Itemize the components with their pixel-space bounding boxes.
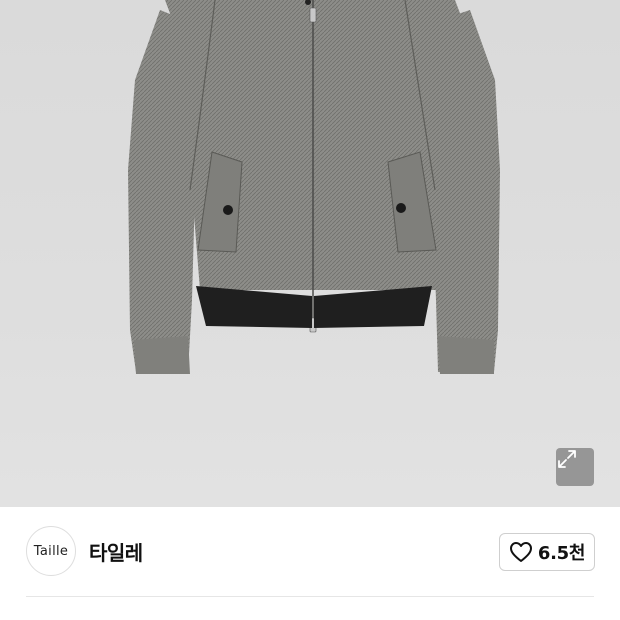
store-logo-text: Taille bbox=[33, 543, 69, 559]
section-divider bbox=[26, 596, 594, 597]
like-button[interactable]: 6.5천 bbox=[499, 533, 595, 571]
store-name[interactable]: 타일레 bbox=[89, 537, 143, 566]
jacket-image bbox=[128, 0, 500, 374]
store-info-bar: Taille 타일레 6.5천 bbox=[0, 507, 620, 597]
product-image-area[interactable] bbox=[0, 0, 620, 507]
expand-image-button[interactable] bbox=[556, 448, 594, 486]
store-logo[interactable]: Taille bbox=[26, 526, 76, 576]
like-count: 6.5천 bbox=[537, 543, 586, 564]
heart-outline-icon bbox=[509, 542, 532, 562]
expand-arrows-icon bbox=[558, 450, 576, 468]
